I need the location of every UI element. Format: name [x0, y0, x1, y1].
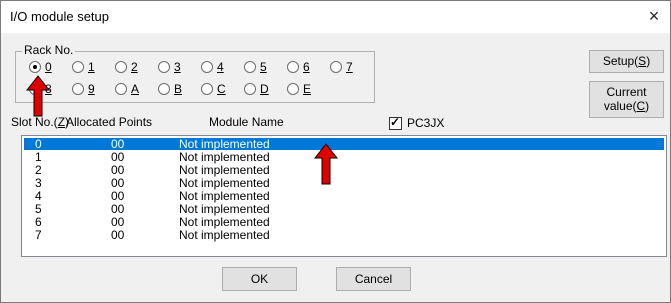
radio-icon: [287, 60, 299, 73]
rack-radio-5[interactable]: 5: [244, 59, 267, 74]
ok-button[interactable]: OK: [222, 267, 297, 291]
cancel-button[interactable]: Cancel: [336, 267, 411, 291]
radio-icon: [330, 60, 342, 73]
table-row[interactable]: 6 00 Not implemented: [24, 216, 664, 228]
rack-radio-e[interactable]: E: [287, 81, 311, 96]
table-row[interactable]: 2 00 Not implemented: [24, 164, 664, 176]
rack-radio-c[interactable]: C: [201, 81, 226, 96]
rack-radio-7[interactable]: 7: [330, 59, 353, 74]
radio-icon: [158, 82, 170, 95]
table-row[interactable]: 4 00 Not implemented: [24, 190, 664, 202]
rack-number-group: [15, 51, 375, 103]
radio-icon: [72, 60, 84, 73]
radio-icon: [115, 60, 127, 73]
rack-radio-4[interactable]: 4: [201, 59, 224, 74]
radio-icon: [158, 60, 170, 73]
title-bar: I/O module setup ×: [1, 1, 670, 33]
rack-radio-a[interactable]: A: [115, 81, 139, 96]
radio-selected-icon: [29, 60, 41, 73]
radio-icon: [72, 82, 84, 95]
slot-list[interactable]: 0 00 Not implemented 1 00 Not implemented 20…: [21, 135, 667, 257]
column-header-allocated-points: Allocated Points: [66, 115, 153, 129]
column-header-module-name: Module Name: [209, 115, 284, 129]
table-row[interactable]: 1 00 Not implemented: [24, 151, 664, 163]
close-icon[interactable]: ×: [642, 5, 666, 27]
table-row[interactable]: 7 00 Not implemented: [24, 229, 664, 241]
rack-radio-6[interactable]: 6: [287, 59, 310, 74]
rack-radio-b[interactable]: B: [158, 81, 182, 96]
radio-icon: [201, 82, 213, 95]
rack-radio-3[interactable]: 3: [158, 59, 181, 74]
column-header-slot[interactable]: Slot No.(Z): [11, 115, 69, 129]
setup-button[interactable]: Setup(S): [589, 50, 664, 73]
checkmark-icon: [389, 115, 402, 131]
annotation-arrow-up-icon: [26, 75, 50, 117]
rack-radio-d[interactable]: D: [244, 81, 269, 96]
rack-radio-2[interactable]: 2: [115, 59, 138, 74]
annotation-arrow-up-icon: [314, 143, 338, 185]
rack-number-legend: Rack No.: [22, 43, 76, 57]
table-row[interactable]: 3 00 Not implemented: [24, 177, 664, 189]
current-value-button[interactable]: Current value(C): [589, 81, 664, 118]
radio-icon: [201, 60, 213, 73]
rack-radio-9[interactable]: 9: [72, 81, 95, 96]
table-row[interactable]: 5 00 Not implemented: [24, 203, 664, 215]
radio-icon: [287, 82, 299, 95]
radio-icon: [244, 60, 256, 73]
radio-icon: [244, 82, 256, 95]
pc3jx-checkbox[interactable]: PC3JX: [389, 115, 444, 131]
rack-radio-0[interactable]: 0: [29, 59, 52, 74]
radio-icon: [115, 82, 127, 95]
table-row[interactable]: 0 00 Not implemented: [24, 138, 664, 150]
rack-radio-1[interactable]: 1: [72, 59, 95, 74]
window-title: I/O module setup: [10, 9, 109, 24]
